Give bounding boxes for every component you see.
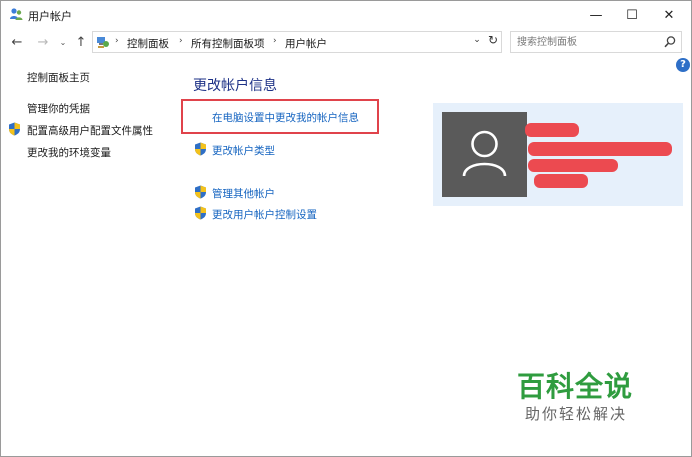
- title-bar: 用户帐户 — ☐ ✕: [1, 1, 691, 29]
- breadcrumb-separator: ›: [115, 36, 119, 46]
- uac-shield-icon: [195, 185, 206, 199]
- default-user-silhouette-icon: [462, 130, 507, 177]
- sidebar-item-advanced-profile-properties[interactable]: 配置高级用户配置文件属性: [27, 123, 153, 138]
- account-profile-card: [433, 103, 683, 206]
- redacted-account-detail: [534, 174, 588, 188]
- up-button[interactable]: ↑: [73, 32, 89, 52]
- close-button[interactable]: ✕: [649, 1, 689, 29]
- sidebar-item-manage-credentials[interactable]: 管理你的凭据: [27, 101, 90, 116]
- address-bar[interactable]: › 控制面板 › 所有控制面板项 › 用户帐户 ⌄ ↻: [92, 31, 502, 53]
- minimize-button[interactable]: —: [576, 1, 616, 29]
- user-accounts-window: 用户帐户 — ☐ ✕ ← → ⌄ ↑ › 控制面板 › 所有控制面板项 › 用户…: [0, 0, 692, 457]
- help-icon[interactable]: ?: [676, 58, 690, 72]
- breadcrumb-user-accounts[interactable]: 用户帐户: [285, 36, 327, 51]
- window-title: 用户帐户: [28, 10, 72, 23]
- back-button[interactable]: ←: [9, 32, 25, 52]
- change-account-type-link[interactable]: 更改帐户类型: [212, 143, 275, 158]
- search-box[interactable]: [510, 31, 682, 53]
- breadcrumb-separator: ›: [273, 36, 277, 46]
- change-account-info-in-pc-settings-link[interactable]: 在电脑设置中更改我的帐户信息: [212, 110, 359, 125]
- watermark-subtitle: 助你轻松解决: [525, 405, 628, 423]
- avatar: [442, 112, 527, 197]
- redacted-account-name: [525, 123, 579, 137]
- uac-shield-icon: [195, 206, 206, 220]
- uac-shield-icon: [195, 142, 206, 156]
- watermark-title: 百科全说: [517, 370, 634, 403]
- sidebar-item-control-panel-home[interactable]: 控制面板主页: [27, 70, 90, 85]
- breadcrumb-separator: ›: [179, 36, 183, 46]
- control-panel-icon: [97, 37, 109, 48]
- breadcrumb-control-panel[interactable]: 控制面板: [127, 36, 169, 51]
- uac-shield-icon: [9, 122, 20, 136]
- change-uac-settings-link[interactable]: 更改用户帐户控制设置: [212, 207, 317, 222]
- forward-button[interactable]: →: [35, 32, 51, 52]
- breadcrumb-all-items[interactable]: 所有控制面板项: [191, 36, 265, 51]
- redacted-account-email: [528, 142, 672, 156]
- sidebar-item-environment-variables[interactable]: 更改我的环境变量: [27, 145, 111, 160]
- search-icon[interactable]: [663, 35, 677, 49]
- user-accounts-icon: [10, 8, 23, 20]
- recent-locations-button[interactable]: ⌄: [57, 32, 69, 52]
- page-title: 更改帐户信息: [193, 78, 277, 94]
- refresh-button[interactable]: ↻: [485, 33, 501, 47]
- navigation-bar: ← → ⌄ ↑ › 控制面板 › 所有控制面板项 › 用户帐户 ⌄ ↻: [1, 31, 691, 53]
- manage-other-accounts-link[interactable]: 管理其他帐户: [212, 186, 275, 201]
- redacted-account-type: [528, 159, 618, 172]
- address-dropdown-icon[interactable]: ⌄: [471, 35, 483, 45]
- search-input[interactable]: [511, 32, 661, 52]
- maximize-button[interactable]: ☐: [612, 1, 652, 29]
